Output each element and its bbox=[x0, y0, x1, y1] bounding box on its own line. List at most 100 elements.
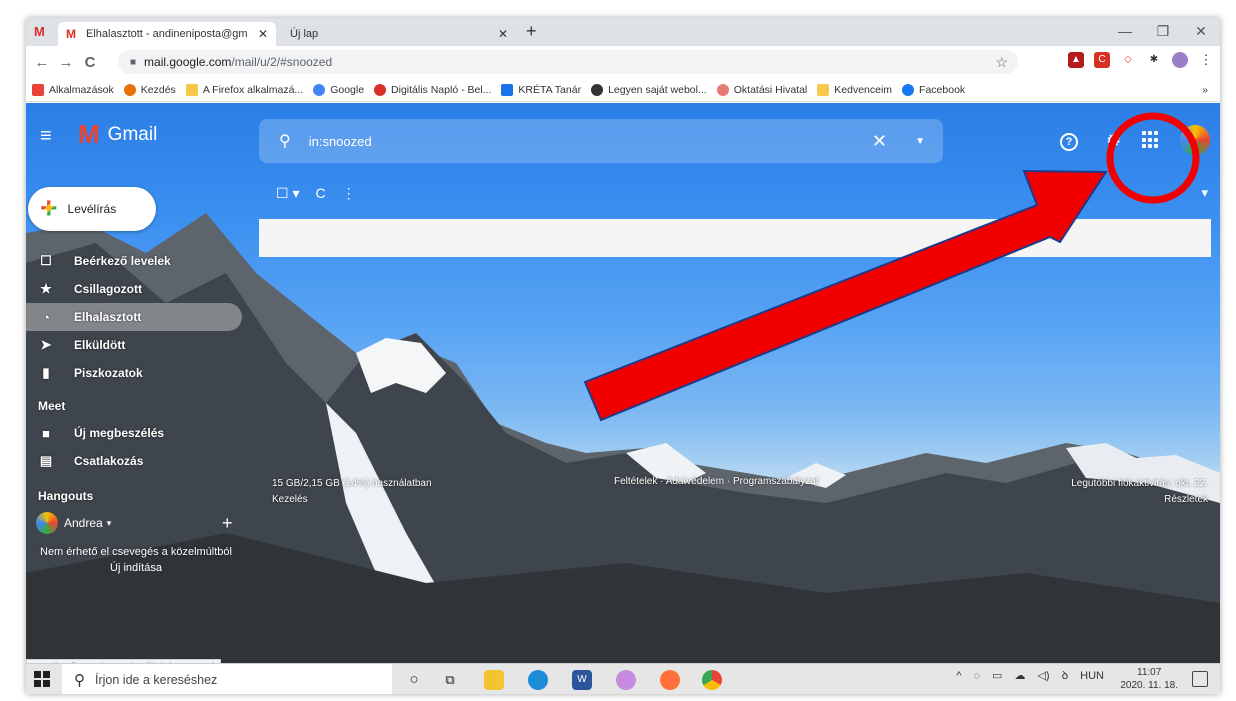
onedrive-icon[interactable]: ☁ bbox=[1014, 669, 1025, 682]
tab-close-icon[interactable]: ✕ bbox=[498, 27, 508, 41]
volume-icon[interactable]: ◁) bbox=[1037, 669, 1049, 682]
restore-button[interactable]: ❐ bbox=[1144, 20, 1182, 42]
gmail-logo[interactable]: M Gmail bbox=[78, 119, 157, 150]
chrome-icon[interactable] bbox=[702, 670, 722, 690]
main-menu-icon[interactable]: ≡ bbox=[40, 125, 52, 148]
mail-list-area bbox=[259, 219, 1211, 257]
window-controls: — ❐ ✕ bbox=[1106, 20, 1220, 42]
puzzle-extensions-icon[interactable]: ✱ bbox=[1146, 52, 1162, 68]
bookmark-item[interactable]: Legyen saját webol... bbox=[591, 83, 707, 96]
bookmark-item[interactable]: Google bbox=[313, 83, 364, 96]
nav-item-inbox[interactable]: ☐ Beérkező levelek bbox=[26, 247, 266, 275]
edge-icon[interactable] bbox=[528, 670, 548, 690]
battery-icon[interactable]: ▭ bbox=[992, 669, 1002, 682]
paint-icon[interactable] bbox=[616, 670, 636, 690]
gmail-favicon-icon: M bbox=[66, 27, 76, 41]
manage-storage-link[interactable]: Kezelés bbox=[272, 492, 432, 508]
bookmark-star-icon[interactable]: ☆ bbox=[995, 54, 1008, 71]
bookmark-item[interactable]: Facebook bbox=[902, 83, 965, 96]
bookmark-item[interactable]: Oktatási Hivatal bbox=[716, 83, 807, 96]
bookmark-item[interactable]: Kezdés bbox=[123, 83, 176, 96]
search-options-icon[interactable]: ▼ bbox=[915, 136, 925, 147]
extension-icon[interactable]: C bbox=[1094, 52, 1110, 68]
no-chats-message: Nem érhető el csevegés a közelmúltból bbox=[40, 546, 232, 558]
hangouts-user[interactable]: Andrea ▾ + bbox=[36, 509, 266, 537]
account-avatar[interactable] bbox=[1180, 125, 1210, 155]
add-chat-icon[interactable]: + bbox=[222, 513, 233, 534]
settings-gear-icon[interactable]: ⚙ bbox=[1106, 131, 1121, 151]
tab-new-tab[interactable]: Új lap ✕ bbox=[282, 22, 516, 46]
search-icon[interactable]: ⚲ bbox=[279, 131, 291, 151]
nav-item-starred[interactable]: ★ Csillagozott bbox=[26, 275, 266, 303]
nav-item-drafts[interactable]: ▮ Piszkozatok bbox=[26, 359, 266, 387]
pdf-extension-icon[interactable]: ▲ bbox=[1068, 52, 1084, 68]
clock-time: 11:07 bbox=[1137, 667, 1162, 678]
taskbar-clock[interactable]: 11:07 2020. 11. 18. bbox=[1120, 666, 1178, 692]
firefox-icon[interactable] bbox=[660, 670, 680, 690]
bookmark-item[interactable]: Digitális Napló - Bel... bbox=[374, 83, 491, 96]
file-explorer-icon[interactable] bbox=[484, 670, 504, 690]
compose-label: Levélírás bbox=[67, 202, 117, 216]
navigation-bar: ← → C ■ mail.google.com/mail/u/2/#snooze… bbox=[26, 46, 1220, 78]
network-icon[interactable]: ◌ bbox=[973, 670, 980, 682]
start-chat-link[interactable]: Új indítása bbox=[26, 562, 246, 574]
refresh-icon[interactable]: C bbox=[315, 185, 325, 202]
windows-start-icon[interactable] bbox=[34, 671, 50, 687]
pen-icon[interactable]: ꝺ bbox=[1062, 668, 1069, 683]
back-arrow-icon[interactable]: ← bbox=[30, 54, 54, 71]
extensions-area: ▲ C ◇ ✱ ⋮ bbox=[1068, 52, 1214, 68]
mail-search-input[interactable]: ⚲ in:snoozed ✕ ▼ bbox=[259, 119, 943, 163]
gmail-pinned-tab-icon[interactable]: M bbox=[34, 24, 45, 39]
google-apps-icon[interactable] bbox=[1142, 131, 1160, 149]
footer-links[interactable]: Feltételek · Adatvédelem · Programszabál… bbox=[614, 476, 819, 487]
nav-item-snoozed[interactable]: ◔ Elhalasztott bbox=[26, 303, 242, 331]
bookmark-item[interactable]: A Firefox alkalmazá... bbox=[185, 83, 303, 96]
notification-center-icon[interactable] bbox=[1192, 671, 1208, 687]
bookmark-item[interactable]: Alkalmazások bbox=[32, 83, 114, 96]
join-meeting-button[interactable]: ▤ Csatlakozás bbox=[26, 447, 266, 475]
language-indicator[interactable]: HUN bbox=[1080, 670, 1104, 682]
cast-extension-icon[interactable]: ◇ bbox=[1120, 52, 1136, 68]
clear-search-icon[interactable]: ✕ bbox=[872, 131, 887, 152]
help-icon[interactable]: ? bbox=[1060, 133, 1078, 151]
minimize-button[interactable]: — bbox=[1106, 20, 1144, 42]
taskbar-search-input[interactable]: ⚲ Írjon ide a kereséshez bbox=[62, 664, 392, 694]
tab-gmail[interactable]: M Elhalasztott - andineniposta@gm ✕ bbox=[58, 22, 276, 46]
bookmarks-more-button[interactable]: » bbox=[1202, 84, 1208, 96]
bookmark-favicon-icon bbox=[123, 83, 136, 96]
nav-item-sent[interactable]: ➤ Elküldött bbox=[26, 331, 266, 359]
mail-toolbar: ☐ ▾ C ⋮ bbox=[276, 185, 356, 202]
more-actions-icon[interactable]: ⋮ bbox=[342, 185, 356, 202]
new-meeting-button[interactable]: ■ Új megbeszélés bbox=[26, 419, 266, 447]
browser-window: M M Elhalasztott - andineniposta@gm ✕ Új… bbox=[26, 18, 1220, 694]
gmail-sidebar: ☐ Beérkező levelek ★ Csillagozott ◔ Elhalas… bbox=[26, 247, 266, 574]
video-camera-icon: ■ bbox=[42, 425, 50, 441]
address-bar[interactable]: ■ mail.google.com/mail/u/2/#snoozed ☆ bbox=[118, 50, 1018, 74]
apps-grid-icon bbox=[32, 83, 44, 96]
tab-close-icon[interactable]: ✕ bbox=[258, 27, 268, 41]
reload-icon[interactable]: C bbox=[78, 54, 102, 71]
globe-icon bbox=[591, 83, 604, 96]
bookmark-item[interactable]: Kedvenceim bbox=[817, 83, 892, 96]
star-icon: ★ bbox=[40, 281, 52, 296]
new-tab-button[interactable]: + bbox=[526, 21, 537, 42]
forward-arrow-icon[interactable]: → bbox=[54, 54, 78, 71]
tray-expand-icon[interactable]: ^ bbox=[956, 670, 961, 682]
last-activity-text: Legutóbbi fiókaktivitás: okt. 22. bbox=[1071, 478, 1208, 489]
word-icon[interactable]: W bbox=[572, 670, 592, 690]
input-tools-dropdown[interactable]: ▾ bbox=[1201, 185, 1208, 201]
profile-avatar-icon[interactable] bbox=[1172, 52, 1188, 68]
gmail-app: ≡ M Gmail ⚲ in:snoozed ✕ ▼ ? ⚙ + Levélír… bbox=[26, 103, 1220, 663]
browser-menu-icon[interactable]: ⋮ bbox=[1198, 52, 1214, 68]
facebook-icon bbox=[902, 83, 915, 96]
select-checkbox[interactable]: ☐ ▾ bbox=[276, 185, 299, 202]
task-view-icon[interactable]: ⧉ bbox=[440, 670, 460, 690]
last-activity: Legutóbbi fiókaktivitás: okt. 22. Részle… bbox=[1071, 476, 1208, 508]
bookmark-item[interactable]: KRÉTA Tanár bbox=[501, 83, 581, 96]
close-window-button[interactable]: ✕ bbox=[1182, 20, 1220, 42]
inbox-icon: ☐ bbox=[40, 253, 52, 268]
compose-button[interactable]: + Levélírás bbox=[28, 187, 156, 231]
clock-icon: ◔ bbox=[42, 309, 50, 325]
cortana-icon[interactable]: ○ bbox=[404, 670, 424, 690]
activity-details-link[interactable]: Részletek bbox=[1071, 492, 1208, 508]
